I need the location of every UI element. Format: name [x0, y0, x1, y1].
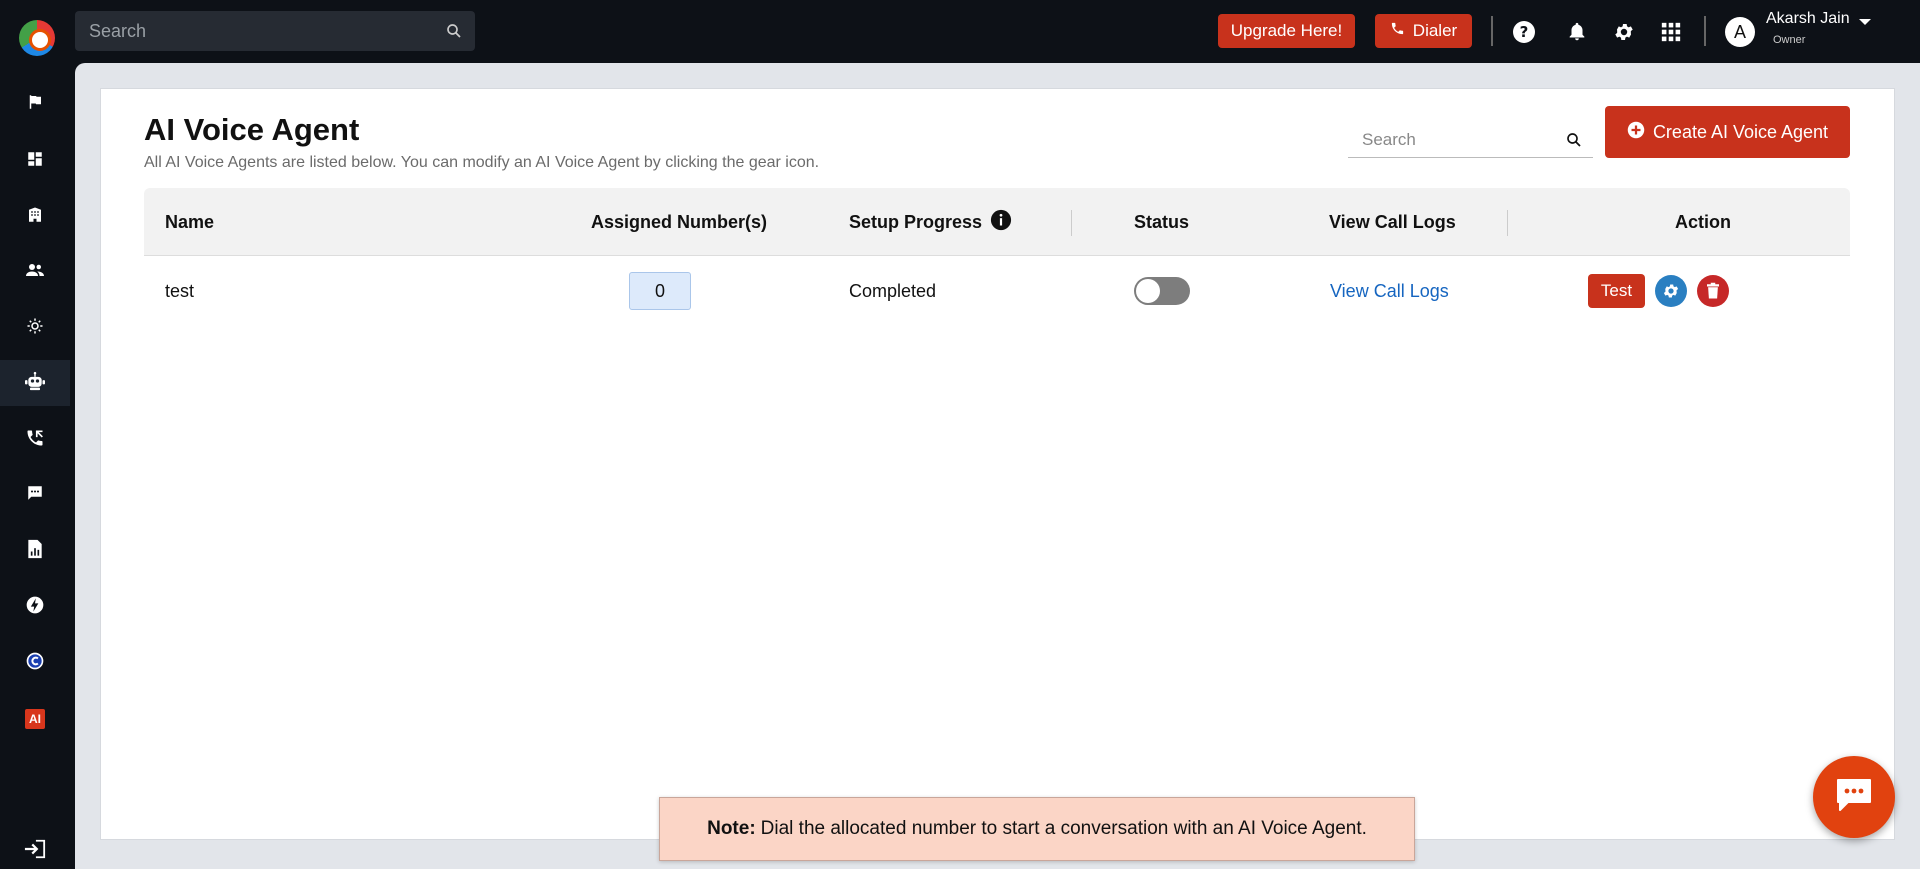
- settings-gear-icon[interactable]: [1611, 19, 1637, 45]
- status-toggle[interactable]: [1134, 277, 1190, 305]
- sidebar-item-integrations[interactable]: [0, 305, 70, 351]
- note-banner: Note: Dial the allocated number to start…: [659, 797, 1415, 861]
- column-header-action[interactable]: Action: [1675, 188, 1731, 256]
- table-row: test 0 Completed View Call Logs Test: [144, 256, 1850, 326]
- sidebar-item-automation[interactable]: [0, 584, 70, 630]
- call-transfer-icon: [25, 428, 45, 453]
- sidebar-item-users[interactable]: [0, 249, 70, 295]
- building-icon: [26, 206, 44, 229]
- dialer-label: Dialer: [1412, 21, 1458, 40]
- sidebar-item-c-app[interactable]: [0, 640, 70, 686]
- global-search: [75, 11, 475, 51]
- sidebar-item-ai-voice-agent[interactable]: [0, 360, 70, 406]
- column-header-status[interactable]: Status: [1134, 188, 1189, 256]
- ai-icon: AI: [25, 709, 45, 729]
- assigned-numbers-badge[interactable]: 0: [629, 272, 691, 310]
- logout-icon: [23, 838, 47, 865]
- page-title: AI Voice Agent: [144, 112, 360, 147]
- sidebar-item-dashboard[interactable]: [0, 138, 70, 184]
- divider: [1491, 16, 1493, 46]
- agent-search: [1348, 122, 1593, 158]
- chevron-down-icon[interactable]: [1858, 14, 1872, 32]
- c-logo-icon: [25, 651, 45, 676]
- search-icon[interactable]: [445, 22, 463, 45]
- user-name[interactable]: Akarsh Jain: [1766, 10, 1850, 28]
- bell-icon[interactable]: [1564, 19, 1590, 45]
- help-icon[interactable]: ?: [1511, 19, 1537, 45]
- setup-progress-value: Completed: [849, 280, 937, 301]
- note-label: Note:: [707, 818, 756, 839]
- trash-icon[interactable]: [1697, 275, 1729, 307]
- sidebar-item-messages[interactable]: [0, 472, 70, 518]
- column-header-name[interactable]: Name: [165, 188, 214, 256]
- sidebar-item-organization[interactable]: [0, 194, 70, 240]
- setup-progress-label: Setup Progress: [849, 211, 983, 232]
- action-cell: Test: [1588, 256, 1729, 326]
- create-ai-voice-agent-button[interactable]: Create AI Voice Agent: [1605, 106, 1850, 158]
- upgrade-button[interactable]: Upgrade Here!: [1218, 14, 1355, 48]
- create-label: Create AI Voice Agent: [1652, 121, 1829, 142]
- report-icon: [26, 539, 44, 564]
- agent-name: test: [165, 280, 195, 301]
- chat-icon: [26, 484, 44, 507]
- flag-icon: [26, 93, 44, 116]
- column-divider: [1507, 210, 1508, 236]
- dialer-button[interactable]: Dialer: [1375, 14, 1472, 48]
- view-call-logs-link[interactable]: View Call Logs: [1330, 256, 1449, 326]
- user-role: Owner: [1773, 34, 1806, 46]
- plus-circle-icon: [1627, 121, 1645, 144]
- sidebar-item-ai[interactable]: AI: [0, 696, 70, 742]
- note-text: Dial the allocated number to start a con…: [760, 818, 1367, 839]
- gear-icon[interactable]: [1655, 275, 1687, 307]
- integrations-icon: [26, 317, 44, 340]
- column-header-view-call-logs[interactable]: View Call Logs: [1329, 188, 1456, 256]
- chat-bubble-icon: [1834, 776, 1874, 819]
- chat-widget-button[interactable]: [1813, 756, 1895, 838]
- users-icon: [25, 261, 45, 284]
- column-divider: [1071, 210, 1072, 236]
- sidebar-item-logout[interactable]: [0, 828, 70, 869]
- avatar[interactable]: A: [1725, 17, 1755, 47]
- table-header: Name Assigned Number(s) Setup Progress S…: [144, 188, 1850, 256]
- assigned-numbers-cell: 0: [629, 256, 691, 326]
- info-icon[interactable]: [990, 209, 1012, 236]
- apps-grid-icon[interactable]: [1658, 19, 1684, 45]
- sidebar-item-flag[interactable]: [0, 81, 70, 127]
- search-icon[interactable]: [1565, 131, 1583, 154]
- page-subtitle: All AI Voice Agents are listed below. Yo…: [144, 154, 820, 171]
- sidebar: AI: [0, 63, 70, 869]
- robot-icon: [24, 371, 46, 396]
- test-button[interactable]: Test: [1588, 274, 1645, 308]
- agent-search-input[interactable]: [1348, 122, 1563, 158]
- column-header-assigned-numbers[interactable]: Assigned Number(s): [591, 188, 767, 256]
- bolt-icon: [25, 595, 45, 620]
- column-header-setup-progress[interactable]: Setup Progress: [849, 188, 1012, 256]
- status-cell: [1134, 256, 1190, 326]
- sidebar-item-call-routing[interactable]: [0, 417, 70, 463]
- top-bar: Upgrade Here! Dialer ? A Akarsh Jain Own…: [0, 0, 1920, 63]
- app-logo[interactable]: [19, 20, 55, 56]
- global-search-input[interactable]: [75, 11, 435, 51]
- dashboard-icon: [26, 150, 44, 173]
- sidebar-item-reports[interactable]: [0, 528, 70, 574]
- phone-icon: [1390, 21, 1405, 41]
- svg-text:?: ?: [1520, 23, 1529, 41]
- divider: [1704, 16, 1706, 46]
